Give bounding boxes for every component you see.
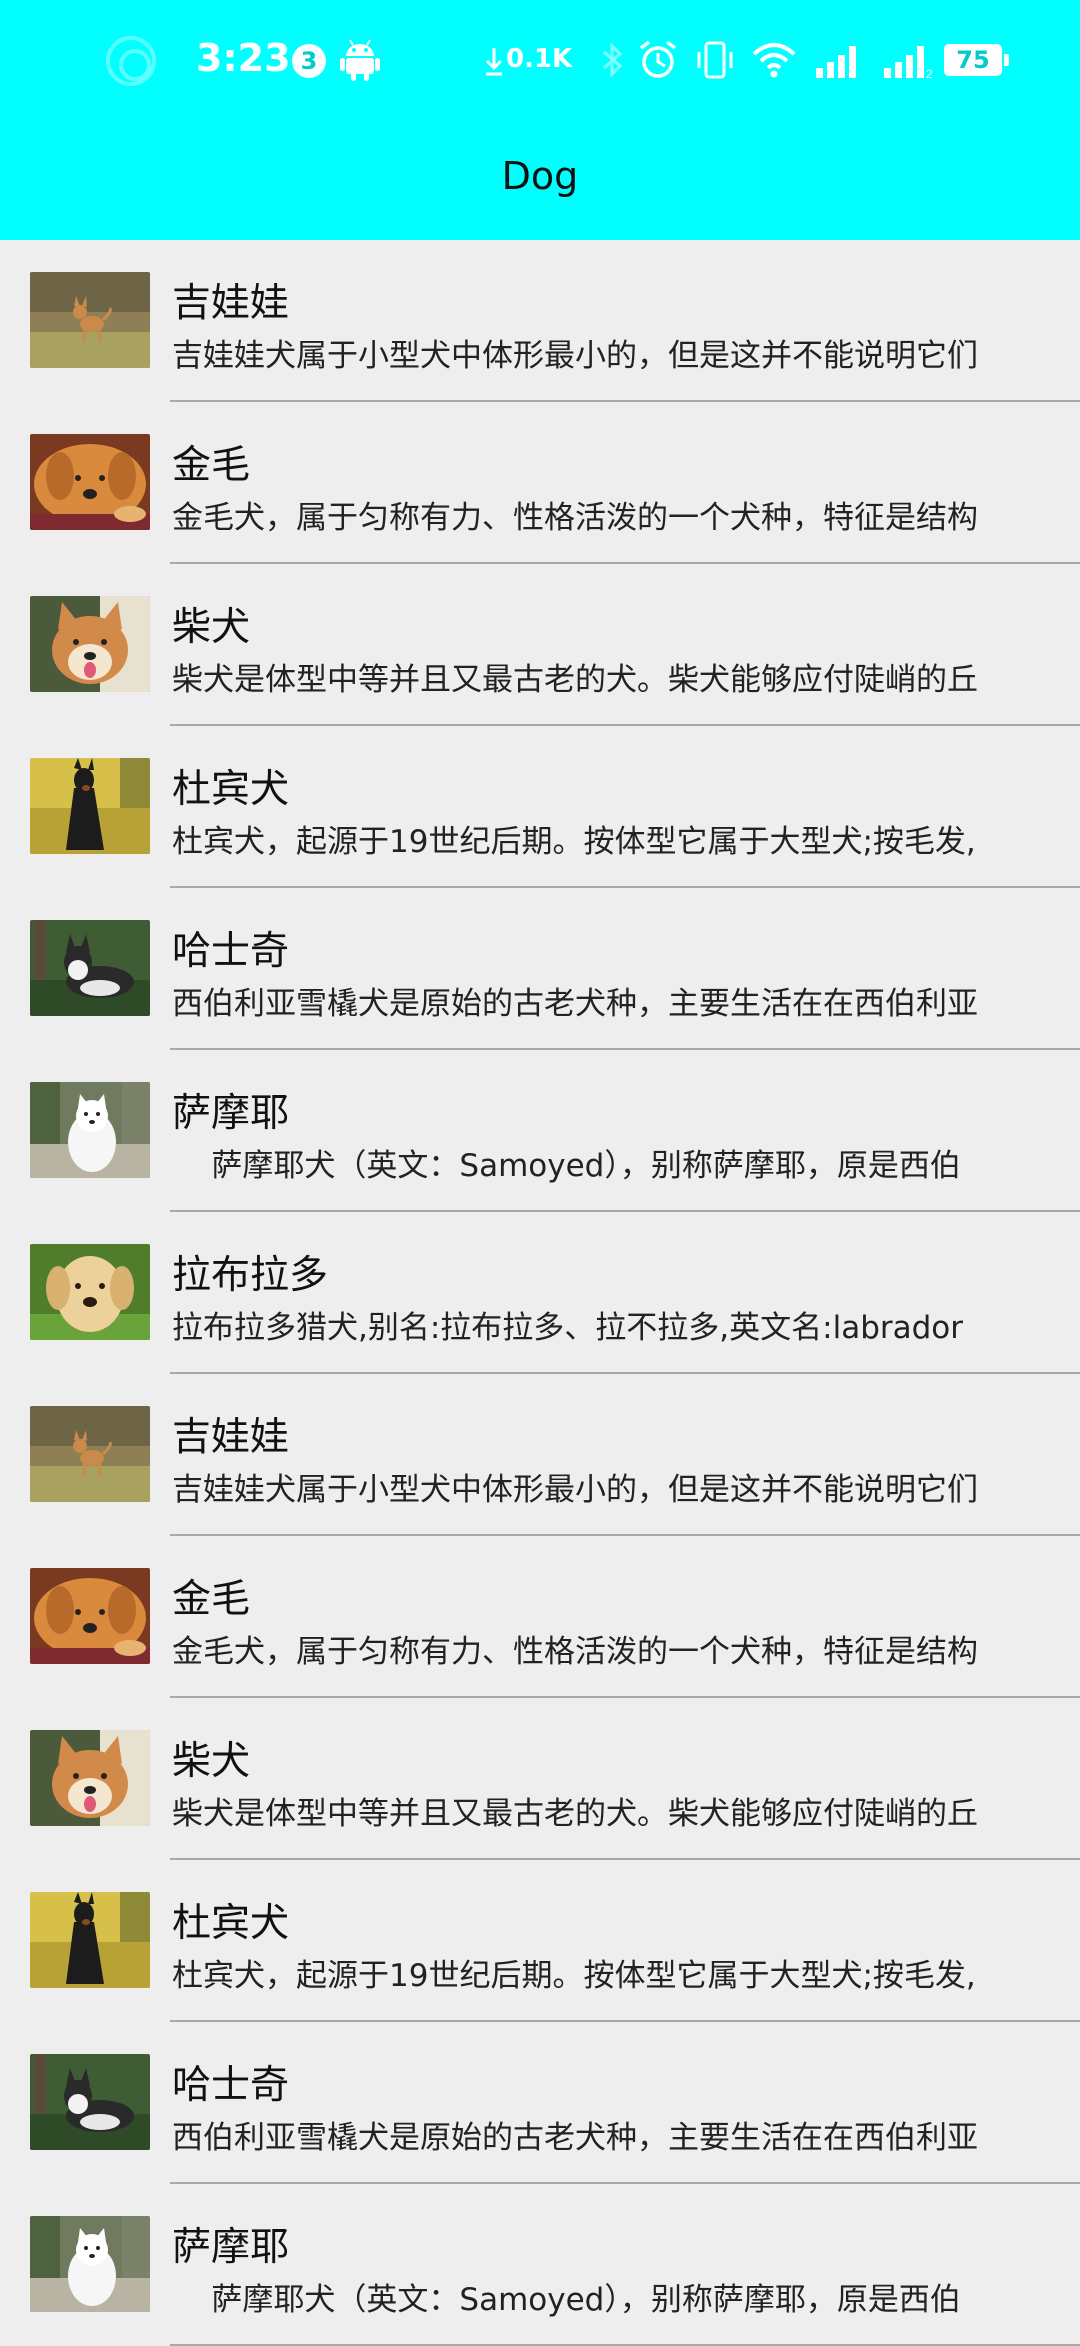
dog-thumbnail <box>30 1082 150 1178</box>
list-item[interactable]: 柴犬柴犬是体型中等并且又最古老的犬。柴犬能够应付陡峭的丘 <box>0 1698 1080 1860</box>
battery-indicator: 75 <box>944 44 1009 76</box>
bluetooth-icon <box>603 42 623 78</box>
list-item[interactable]: 哈士奇西伯利亚雪橇犬是原始的古老犬种，主要生活在在西伯利亚 <box>0 888 1080 1050</box>
dog-thumbnail <box>30 2216 150 2312</box>
dog-name: 杜宾犬 <box>172 1901 290 1946</box>
page-title: Dog <box>501 154 579 198</box>
download-arrow-icon <box>485 48 503 76</box>
list-item[interactable]: 柴犬柴犬是体型中等并且又最古老的犬。柴犬能够应付陡峭的丘 <box>0 564 1080 726</box>
list-item[interactable]: 萨摩耶 萨摩耶犬（英文：Samoyed），别称萨摩耶，原是西伯 <box>0 2184 1080 2346</box>
dog-thumbnail <box>30 920 150 1016</box>
dog-description: 杜宾犬，起源于19世纪后期。按体型它属于大型犬;按毛发, <box>172 824 976 860</box>
dog-description: 柴犬是体型中等并且又最古老的犬。柴犬能够应付陡峭的丘 <box>172 1796 978 1832</box>
list-item[interactable]: 杜宾犬杜宾犬，起源于19世纪后期。按体型它属于大型犬;按毛发, <box>0 726 1080 888</box>
dog-description: 西伯利亚雪橇犬是原始的古老犬种，主要生活在在西伯利亚 <box>172 2120 978 2156</box>
vibrate-icon <box>697 41 733 79</box>
dog-thumbnail <box>30 1244 150 1340</box>
dog-name: 拉布拉多 <box>172 1253 329 1298</box>
android-icon <box>340 39 380 81</box>
notification-count-badge: 3 <box>292 44 326 78</box>
dog-name: 柴犬 <box>172 605 251 650</box>
dog-description: 拉布拉多猎犬,别名:拉布拉多、拉不拉多,英文名:labrador <box>172 1310 964 1346</box>
dog-name: 金毛 <box>172 1577 251 1622</box>
dog-name: 萨摩耶 <box>172 2225 290 2270</box>
dog-thumbnail <box>30 596 150 692</box>
dog-thumbnail <box>30 1730 150 1826</box>
status-bar: 3:23 3 0.1K 2 75 <box>0 0 1080 120</box>
dog-description: 吉娃娃犬属于小型犬中体形最小的，但是这并不能说明它们 <box>172 1472 978 1508</box>
dog-list[interactable]: 吉娃娃 吉娃娃犬属于小型犬中体形最小的，但是这并不能说明它们 金毛 金毛犬，属于匀称有… <box>0 240 1080 2346</box>
dog-description: 金毛犬，属于匀称有力、性格活泼的一个犬种，特征是结构 <box>172 500 978 536</box>
list-item[interactable]: 拉布拉多拉布拉多猎犬,别名:拉布拉多、拉不拉多,英文名:labrador <box>0 1212 1080 1374</box>
app-bar: 3:23 3 0.1K 2 75 Dog <box>0 0 1080 240</box>
dog-thumbnail <box>30 1892 150 1988</box>
dog-thumbnail <box>30 2054 150 2150</box>
svg-text:2: 2 <box>926 67 933 81</box>
dog-description: 金毛犬，属于匀称有力、性格活泼的一个犬种，特征是结构 <box>172 1634 978 1670</box>
signal-icon <box>816 46 856 78</box>
dog-thumbnail <box>30 758 150 854</box>
notification-ring-icon <box>106 36 156 86</box>
list-item[interactable]: 吉娃娃吉娃娃犬属于小型犬中体形最小的，但是这并不能说明它们 <box>0 1374 1080 1536</box>
list-item[interactable]: 吉娃娃吉娃娃犬属于小型犬中体形最小的，但是这并不能说明它们 <box>0 240 1080 402</box>
net-speed: 0.1K <box>506 44 573 74</box>
wifi-icon <box>752 43 796 78</box>
list-item[interactable]: 萨摩耶 萨摩耶犬（英文：Samoyed），别称萨摩耶，原是西伯 <box>0 1050 1080 1212</box>
list-item[interactable]: 杜宾犬杜宾犬，起源于19世纪后期。按体型它属于大型犬;按毛发, <box>0 1860 1080 2022</box>
dog-thumbnail <box>30 434 150 530</box>
dog-name: 柴犬 <box>172 1739 251 1784</box>
dog-description: 杜宾犬，起源于19世纪后期。按体型它属于大型犬;按毛发, <box>172 1958 976 1994</box>
dog-description: 萨摩耶犬（英文：Samoyed），别称萨摩耶，原是西伯 <box>172 2282 961 2318</box>
dog-name: 金毛 <box>172 443 251 488</box>
dog-description: 萨摩耶犬（英文：Samoyed），别称萨摩耶，原是西伯 <box>172 1148 961 1184</box>
dog-name: 杜宾犬 <box>172 767 290 812</box>
dog-name: 吉娃娃 <box>172 1415 290 1460</box>
dog-description: 吉娃娃犬属于小型犬中体形最小的，但是这并不能说明它们 <box>172 338 978 374</box>
dog-name: 哈士奇 <box>172 929 290 974</box>
list-item[interactable]: 哈士奇西伯利亚雪橇犬是原始的古老犬种，主要生活在在西伯利亚 <box>0 2022 1080 2184</box>
alarm-icon <box>639 40 677 78</box>
dog-name: 吉娃娃 <box>172 281 290 326</box>
dog-name: 哈士奇 <box>172 2063 290 2108</box>
status-time: 3:23 <box>196 36 291 80</box>
dog-description: 西伯利亚雪橇犬是原始的古老犬种，主要生活在在西伯利亚 <box>172 986 978 1022</box>
dog-name: 萨摩耶 <box>172 1091 290 1136</box>
list-item[interactable]: 金毛金毛犬，属于匀称有力、性格活泼的一个犬种，特征是结构 <box>0 402 1080 564</box>
list-item[interactable]: 金毛金毛犬，属于匀称有力、性格活泼的一个犬种，特征是结构 <box>0 1536 1080 1698</box>
dog-thumbnail <box>30 1568 150 1664</box>
dog-thumbnail <box>30 1406 150 1502</box>
signal-2-icon: 2 <box>884 46 933 81</box>
dog-description: 柴犬是体型中等并且又最古老的犬。柴犬能够应付陡峭的丘 <box>172 662 978 698</box>
dog-thumbnail <box>30 272 150 368</box>
